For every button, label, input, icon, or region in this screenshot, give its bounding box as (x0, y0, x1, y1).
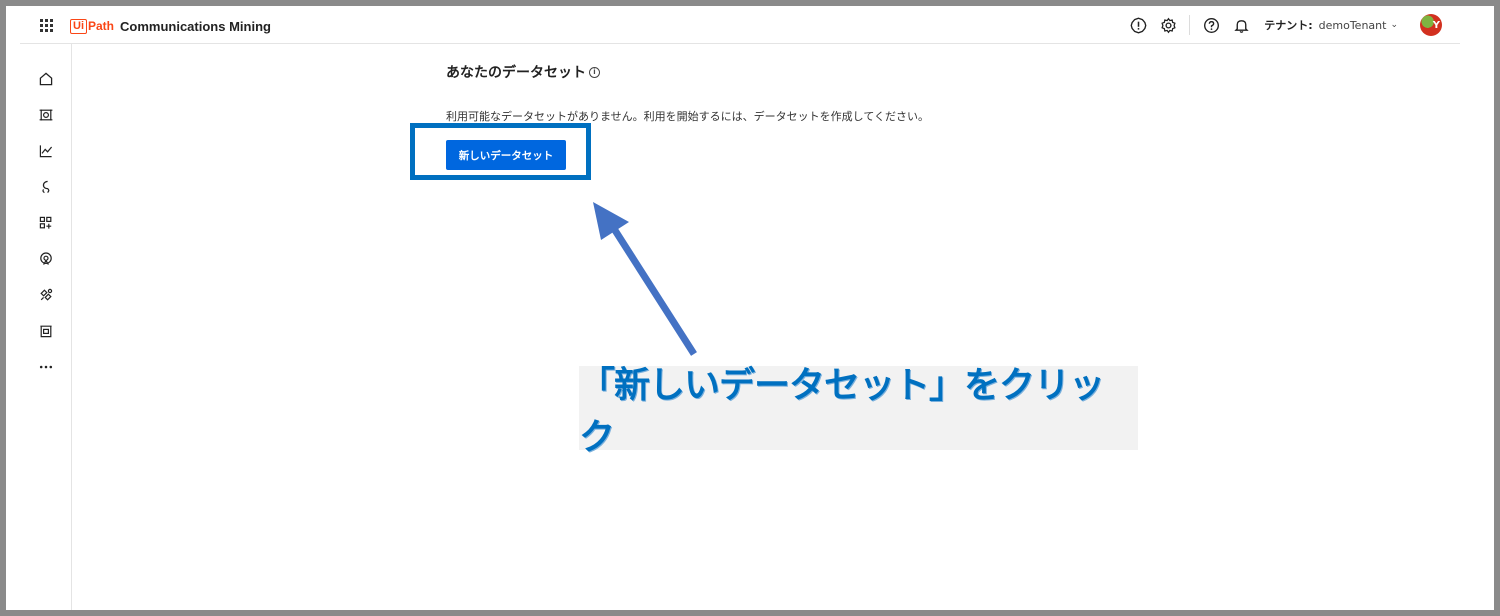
chevron-down-icon[interactable]: ⌄ (1390, 20, 1398, 30)
page-title-text: あなたのデータセット (446, 65, 586, 81)
source-icon[interactable] (37, 250, 55, 268)
info-icon[interactable]: i (589, 66, 600, 78)
top-bar: Ui Path Communications Mining テナント: demo… (20, 6, 1460, 44)
more-icon[interactable] (37, 358, 55, 376)
tenant-selector[interactable]: demoTenant (1319, 19, 1387, 32)
product-name: Communications Mining (120, 18, 271, 34)
home-icon[interactable] (37, 70, 55, 88)
sidebar (20, 44, 72, 610)
tenant-label: テナント: (1264, 19, 1313, 32)
page-title: あなたのデータセット i (446, 62, 600, 82)
highlight-box (410, 123, 591, 180)
alert-icon[interactable] (1129, 16, 1147, 34)
instruction-text: 「新しいデータセット」をクリック (579, 365, 1105, 458)
dataset-icon[interactable] (37, 106, 55, 124)
product-logo[interactable]: Ui Path Communications Mining (70, 17, 271, 35)
bell-icon[interactable] (1232, 16, 1250, 34)
arrow-icon (593, 202, 697, 356)
logo-ui: Ui (70, 18, 87, 34)
logo-path: Path (88, 19, 115, 33)
app-window: Ui Path Communications Mining テナント: demo… (6, 6, 1494, 610)
building-icon[interactable] (37, 322, 55, 340)
streams-icon[interactable] (37, 178, 55, 196)
header-actions: テナント: demoTenant ⌄ Y (1117, 6, 1442, 44)
apps-add-icon[interactable] (37, 214, 55, 232)
empty-state-message: 利用可能なデータセットがありません。利用を開始するには、データセットを作成してく… (446, 110, 930, 123)
gear-icon[interactable] (1159, 16, 1177, 34)
chart-icon[interactable] (37, 142, 55, 160)
help-icon[interactable] (1202, 16, 1220, 34)
instruction-callout: 「新しいデータセット」をクリック (579, 365, 1138, 458)
avatar[interactable]: Y (1420, 14, 1442, 36)
app-launcher-icon[interactable] (40, 19, 53, 32)
main-content: あなたのデータセット i 利用可能なデータセットがありません。利用を開始するには… (72, 44, 1494, 610)
header-divider (1189, 15, 1191, 35)
integrations-icon[interactable] (37, 286, 55, 304)
